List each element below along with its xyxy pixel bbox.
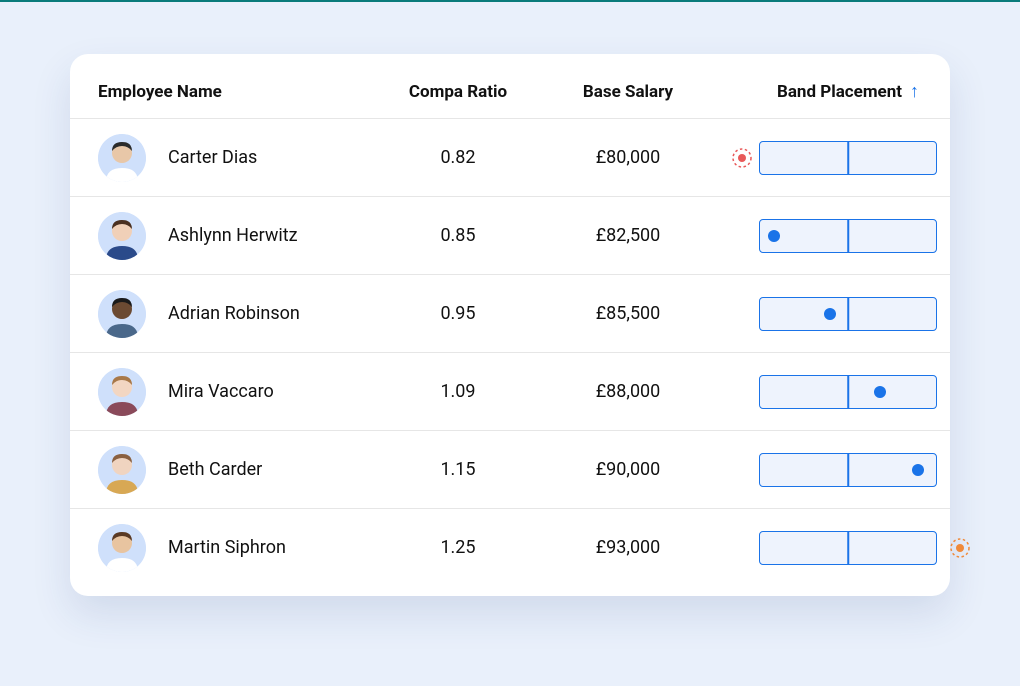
base-salary-value: £82,500 [538,225,718,246]
employee-name: Martin Siphron [168,537,286,558]
band-placement-cell [718,375,978,409]
base-salary-value: £80,000 [538,147,718,168]
band-range-box [759,375,937,409]
table-row[interactable]: Adrian Robinson 0.95 £85,500 [70,274,950,352]
compa-ratio-value: 0.85 [378,225,538,246]
employee-cell: Carter Dias [98,134,378,182]
col-header-band[interactable]: Band Placement ↑ [718,82,978,102]
band-midpoint-divider [847,220,849,252]
avatar [98,446,146,494]
band-range-box [759,531,937,565]
base-salary-value: £88,000 [538,381,718,402]
avatar [98,212,146,260]
band-placement-cell [718,453,978,487]
avatar [98,134,146,182]
avatar [98,290,146,338]
table-row[interactable]: Beth Carder 1.15 £90,000 [70,430,950,508]
band-range-box [759,141,937,175]
compa-ratio-value: 1.09 [378,381,538,402]
band-midpoint-divider [847,454,849,486]
col-header-employee[interactable]: Employee Name [98,82,378,102]
employee-name: Beth Carder [168,459,262,480]
employee-name: Carter Dias [168,147,257,168]
employee-cell: Adrian Robinson [98,290,378,338]
avatar [98,368,146,416]
employee-name: Mira Vaccaro [168,381,274,402]
band-placement-cell [718,297,978,331]
band-position-dot [768,230,780,242]
employee-name: Ashlynn Herwitz [168,225,298,246]
compa-ratio-value: 1.15 [378,459,538,480]
compa-ratio-value: 0.95 [378,303,538,324]
band-placement-cell [718,531,978,565]
table-row[interactable]: Carter Dias 0.82 £80,000 [70,118,950,196]
base-salary-value: £93,000 [538,537,718,558]
band-position-dot [912,464,924,476]
table-row[interactable]: Mira Vaccaro 1.09 £88,000 [70,352,950,430]
table-row[interactable]: Martin Siphron 1.25 £93,000 [70,508,950,586]
avatar [98,524,146,572]
table-body: Carter Dias 0.82 £80,000 Ashlynn Herwitz… [70,118,950,586]
employee-cell: Beth Carder [98,446,378,494]
band-range-box [759,219,937,253]
col-header-salary[interactable]: Base Salary [538,82,718,102]
band-midpoint-divider [847,376,849,408]
band-midpoint-divider [847,532,849,564]
out-of-band-above-indicator [949,537,971,559]
employee-name: Adrian Robinson [168,303,300,324]
sort-ascending-icon: ↑ [910,83,919,101]
table-row[interactable]: Ashlynn Herwitz 0.85 £82,500 [70,196,950,274]
band-position-dot [874,386,886,398]
base-salary-value: £90,000 [538,459,718,480]
table-header: Employee Name Compa Ratio Base Salary Ba… [70,82,950,118]
band-placement-cell [718,219,978,253]
base-salary-value: £85,500 [538,303,718,324]
col-header-compa[interactable]: Compa Ratio [378,82,538,102]
col-header-band-label: Band Placement [777,82,902,102]
band-midpoint-divider [847,298,849,330]
employee-cell: Ashlynn Herwitz [98,212,378,260]
compa-ratio-value: 1.25 [378,537,538,558]
compa-ratio-value: 0.82 [378,147,538,168]
band-midpoint-divider [847,142,849,174]
band-range-box [759,297,937,331]
employee-cell: Mira Vaccaro [98,368,378,416]
employee-cell: Martin Siphron [98,524,378,572]
band-range-box [759,453,937,487]
employee-salary-card: Employee Name Compa Ratio Base Salary Ba… [70,54,950,596]
band-position-dot [824,308,836,320]
band-placement-cell [718,141,978,175]
out-of-band-below-indicator [731,147,753,169]
